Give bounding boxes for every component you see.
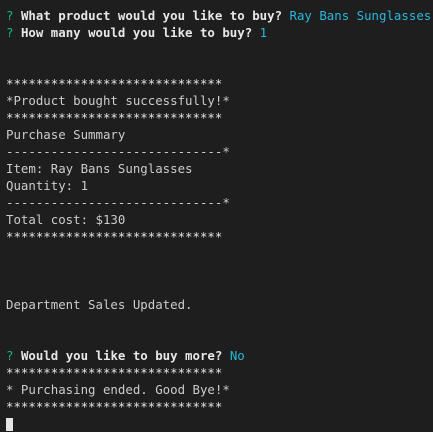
success-message: *Product bought successfully!*	[6, 93, 230, 108]
terminal-cursor[interactable]	[6, 418, 13, 431]
department-update-message: Department Sales Updated.	[6, 297, 193, 312]
prompt-quantity-answer: 1	[259, 25, 268, 40]
stars-separator: *****************************	[6, 76, 223, 91]
goodbye-message: * Purchasing ended. Good Bye!*	[6, 382, 230, 397]
prompt-product: ? What product would you like to buy? Ra…	[6, 7, 430, 24]
question-mark: ?	[6, 25, 14, 40]
cursor-line[interactable]	[6, 415, 430, 432]
dash-separator: -----------------------------*	[6, 195, 230, 210]
stars-separator: *****************************	[6, 110, 223, 125]
stars-separator: *****************************	[6, 399, 223, 414]
dash-separator: -----------------------------*	[6, 144, 230, 159]
stars-separator: *****************************	[6, 365, 223, 380]
prompt-quantity: ? How many would you like to buy? 1	[6, 24, 430, 41]
question-mark: ?	[6, 8, 14, 23]
prompt-buy-more-answer: No	[229, 348, 245, 363]
summary-total: Total cost: $130	[6, 212, 126, 227]
summary-item: Item: Ray Bans Sunglasses	[6, 161, 193, 176]
summary-quantity: Quantity: 1	[6, 178, 89, 193]
terminal-output: ? What product would you like to buy? Ra…	[6, 7, 430, 432]
prompt-product-question: What product would you like to buy?	[20, 8, 283, 23]
prompt-buy-more: ? Would you like to buy more? No	[6, 347, 430, 364]
prompt-quantity-question: How many would you like to buy?	[20, 25, 253, 40]
prompt-product-answer: Ray Bans Sunglasses	[289, 8, 431, 23]
stars-separator: *****************************	[6, 229, 223, 244]
summary-title: Purchase Summary	[6, 127, 126, 142]
question-mark: ?	[6, 348, 14, 363]
prompt-buy-more-question: Would you like to buy more?	[20, 348, 223, 363]
